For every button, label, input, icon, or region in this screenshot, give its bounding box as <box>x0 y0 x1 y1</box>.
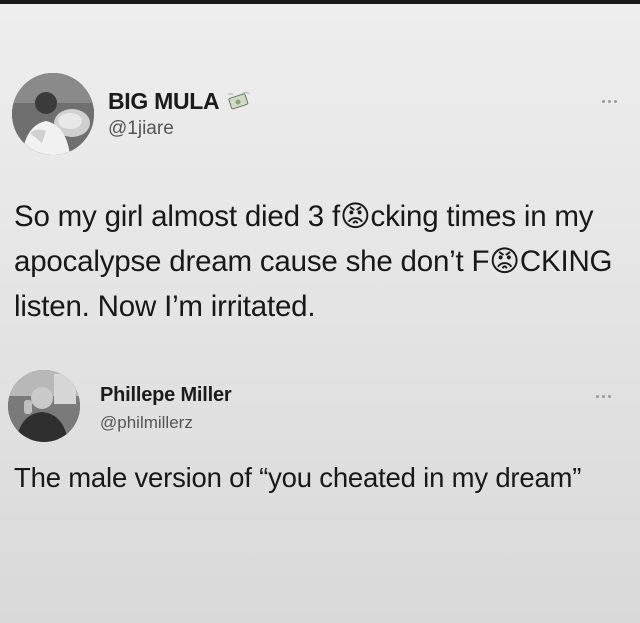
tweet-text: The male version of “you cheated in my d… <box>14 462 582 493</box>
display-name-text: BIG MULA <box>108 88 220 114</box>
display-name[interactable]: Phillepe Miller <box>100 384 232 407</box>
avatar-photo-icon <box>8 370 80 442</box>
more-options-icon[interactable] <box>596 395 611 398</box>
top-edge-bar <box>0 0 640 4</box>
avatar[interactable] <box>12 73 94 155</box>
handle[interactable]: @philmillerz <box>100 413 193 433</box>
handle[interactable]: @1jiare <box>108 118 174 140</box>
display-name[interactable]: BIG MULA <box>108 88 251 115</box>
avatar-photo-icon <box>12 73 94 155</box>
avatar[interactable] <box>8 370 80 442</box>
money-with-wings-icon <box>225 90 251 114</box>
tweet-text: So my girl almost died 3 f😡cking times i… <box>14 200 613 323</box>
more-options-icon[interactable] <box>602 100 617 103</box>
